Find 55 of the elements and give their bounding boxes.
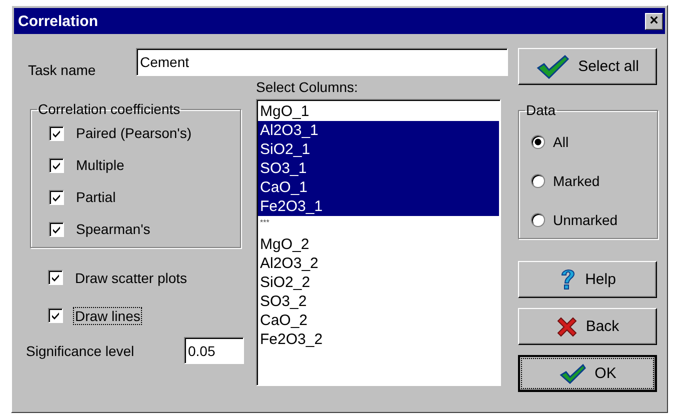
- checkbox-label: Draw lines: [74, 308, 142, 324]
- radio-label: Marked: [553, 172, 600, 188]
- check-icon: [52, 224, 61, 234]
- list-item[interactable]: CaO_1: [258, 178, 499, 197]
- check-icon: [52, 128, 61, 138]
- close-button[interactable]: ×: [645, 12, 663, 30]
- checkbox[interactable]: [48, 308, 63, 323]
- task-name-field[interactable]: Cement: [136, 48, 508, 76]
- checkbox-label: Spearman's: [75, 221, 152, 237]
- check-icon: [52, 192, 61, 202]
- checkbox[interactable]: [49, 222, 64, 236]
- list-item[interactable]: SO3_2: [258, 292, 499, 311]
- checkbox[interactable]: [49, 126, 64, 140]
- columns-label: Select Columns:: [256, 79, 359, 95]
- question-mark-icon: [559, 268, 578, 292]
- list-item[interactable]: MgO_1: [258, 102, 499, 121]
- list-item[interactable]: Fe2O3_2: [258, 330, 499, 349]
- list-item[interactable]: CaO_2: [258, 311, 499, 330]
- group-title: Data: [525, 102, 557, 118]
- task-name-label: Task name: [28, 62, 96, 78]
- list-item[interactable]: Al2O3_2: [258, 254, 499, 273]
- radio-button[interactable]: [531, 174, 545, 188]
- list-item[interactable]: SiO2_1: [258, 140, 499, 159]
- columns-list[interactable]: MgO_1 Al2O3_1 SiO2_1 SO3_1 CaO_1 Fe2O3_1 *** MgO_2 Al2O3_2 SiO2_2 SO3_2 CaO_2 Fe2O3_2: [256, 99, 501, 386]
- radio-label: Unmarked: [553, 212, 618, 228]
- radio-label: All: [553, 134, 569, 150]
- list-item[interactable]: ***: [258, 216, 499, 235]
- checkbox[interactable]: [49, 158, 64, 172]
- help-button[interactable]: Help: [518, 261, 657, 298]
- checkbox-label: Draw scatter plots: [74, 270, 188, 286]
- back-button[interactable]: Back: [518, 308, 657, 345]
- group-title: Correlation coefficients: [37, 101, 182, 117]
- select-all-button[interactable]: Select all: [518, 48, 657, 85]
- significance-field[interactable]: 0.05: [184, 337, 244, 364]
- check-icon: [536, 54, 570, 80]
- checkbox[interactable]: [49, 190, 64, 204]
- list-item[interactable]: MgO_2: [258, 235, 499, 254]
- list-item[interactable]: Al2O3_1: [258, 121, 499, 140]
- window-title: Correlation: [18, 12, 98, 30]
- list-item[interactable]: Fe2O3_1: [258, 197, 499, 216]
- cross-icon: [556, 316, 578, 338]
- radio-button[interactable]: [531, 134, 545, 148]
- checkbox-label: Multiple: [75, 157, 126, 173]
- checkbox[interactable]: [48, 270, 63, 285]
- check-icon: [558, 362, 587, 384]
- check-icon: [51, 311, 60, 320]
- checkbox-label: Paired (Pearson's): [75, 125, 192, 141]
- radio-button[interactable]: [531, 212, 545, 226]
- check-icon: [52, 160, 61, 170]
- ok-button[interactable]: OK: [518, 355, 657, 392]
- check-icon: [51, 273, 60, 282]
- list-item[interactable]: SiO2_2: [258, 273, 499, 292]
- checkbox-label: Partial: [75, 189, 117, 205]
- list-item[interactable]: SO3_1: [258, 159, 499, 178]
- significance-label: Significance level: [26, 342, 134, 358]
